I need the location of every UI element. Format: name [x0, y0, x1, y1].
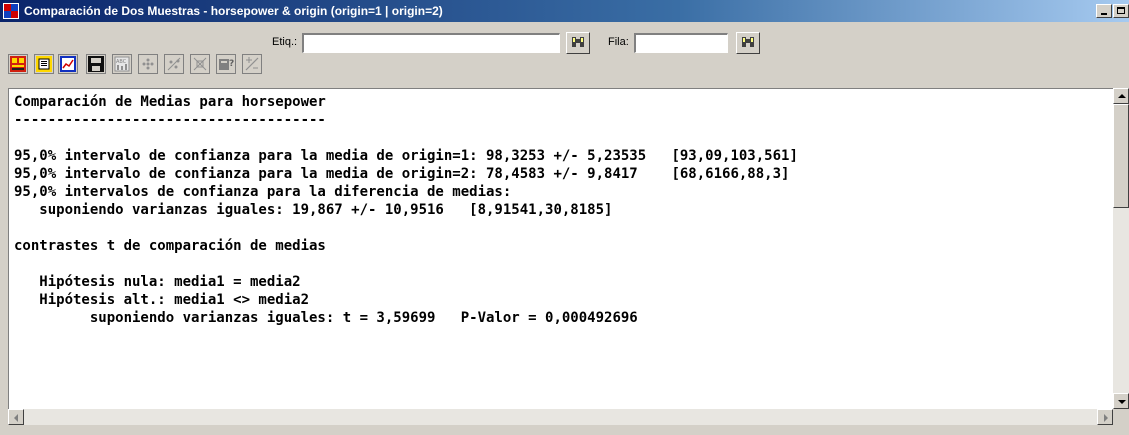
- scrollbar-corner: [1113, 409, 1129, 425]
- title-bar[interactable]: Comparación de Dos Muestras - horsepower…: [0, 0, 1129, 22]
- label-field[interactable]: [302, 33, 560, 53]
- scroll-up-button[interactable]: [1113, 88, 1129, 104]
- format-plot-icon: ?: [219, 59, 234, 70]
- minimize-button[interactable]: [1096, 4, 1112, 18]
- horizontal-scrollbar[interactable]: [8, 409, 1113, 425]
- down-arrow-icon: [1118, 400, 1126, 404]
- scroll-down-button[interactable]: [1113, 393, 1129, 409]
- scroll-right-button[interactable]: [1097, 409, 1113, 425]
- format-plot-button[interactable]: ?: [216, 54, 236, 74]
- scroll-left-button[interactable]: [8, 409, 24, 425]
- output-null-hypothesis: Hipótesis nula: media1 = media2: [14, 274, 301, 290]
- plot-line-button[interactable]: [242, 54, 262, 74]
- output-t-statistic: suponiendo varianzas iguales: t = 3,5969…: [14, 310, 638, 326]
- vertical-scroll-thumb[interactable]: [1113, 104, 1129, 208]
- left-arrow-icon: [14, 414, 18, 422]
- label-field-label: Etiq.:: [272, 36, 298, 48]
- input-dialog-icon: [10, 56, 26, 72]
- output-heading: Comparación de Medias para horsepower: [14, 94, 326, 110]
- scatter-plot-button[interactable]: [138, 54, 158, 74]
- output-ci-difference-equal-var: suponiendo varianzas iguales: 19,867 +/-…: [14, 202, 613, 218]
- tabular-options-icon: ABC: [114, 56, 130, 72]
- graphics-options-icon: [60, 56, 76, 72]
- maximize-icon: [1117, 7, 1125, 14]
- app-icon[interactable]: [3, 3, 19, 19]
- up-arrow-icon: [1118, 94, 1126, 98]
- analysis-options-icon: [36, 56, 52, 72]
- minimize-icon: [1101, 13, 1107, 15]
- output-ci-difference-title: 95,0% intervalos de confianza para la di…: [14, 184, 512, 200]
- find-label-button[interactable]: [566, 32, 590, 54]
- statgraphics-window: Comparación de Dos Muestras - horsepower…: [0, 0, 1129, 435]
- window-title: Comparación de Dos Muestras - horsepower…: [24, 4, 443, 18]
- vertical-scrollbar[interactable]: [1113, 88, 1129, 409]
- output-t-tests-title: contrastes t de comparación de medias: [14, 238, 326, 254]
- binoculars-icon: [742, 37, 754, 47]
- output-ci-origin1: 95,0% intervalo de confianza para la med…: [14, 148, 798, 164]
- exclude-points-icon: [167, 57, 181, 71]
- save-results-icon: [88, 56, 104, 72]
- right-arrow-icon: [1104, 414, 1108, 422]
- input-dialog-button[interactable]: [8, 54, 28, 74]
- row-field[interactable]: [634, 33, 728, 53]
- analysis-options-button[interactable]: [34, 54, 54, 74]
- graphics-options-button[interactable]: [58, 54, 78, 74]
- tabular-options-button[interactable]: ABC: [112, 54, 132, 74]
- output-ci-origin2: 95,0% intervalo de confianza para la med…: [14, 166, 790, 182]
- exclude-points-button[interactable]: [164, 54, 184, 74]
- find-row-button[interactable]: [736, 32, 760, 54]
- output-alt-hypothesis: Hipótesis alt.: media1 <> media2: [14, 292, 310, 308]
- row-field-label: Fila:: [608, 36, 629, 48]
- plot-line-icon: [245, 57, 259, 71]
- pan-plot-button[interactable]: [190, 54, 210, 74]
- window-bottom-border: [0, 425, 1129, 435]
- output-pane[interactable]: Comparación de Medias para horsepower --…: [8, 88, 1115, 409]
- pan-plot-icon: [193, 57, 207, 71]
- output-underline: -------------------------------------: [14, 112, 326, 128]
- svg-text:?: ?: [229, 59, 234, 69]
- save-results-button[interactable]: [86, 54, 106, 74]
- maximize-button[interactable]: [1113, 4, 1129, 18]
- scatter-plot-icon: [142, 58, 154, 70]
- binoculars-icon: [572, 37, 584, 47]
